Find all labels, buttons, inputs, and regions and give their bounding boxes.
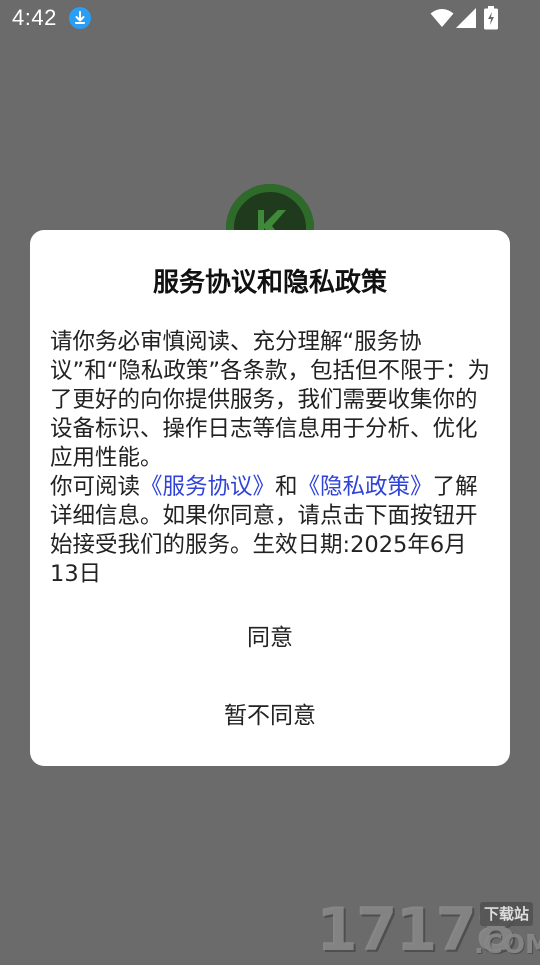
status-bar: 4:42 (0, 0, 540, 38)
dialog-paragraph-intro: 请你务必审慎阅读、充分理解“服务协议”和“隐私政策”各条款，包括但不限于：为了更… (50, 329, 490, 471)
signal-icon (456, 8, 476, 28)
service-agreement-link[interactable]: 《服务协议》 (140, 474, 275, 500)
privacy-dialog: 服务协议和隐私政策 请你务必审慎阅读、充分理解“服务协议”和“隐私政策”各条款，… (30, 230, 510, 766)
battery-icon (484, 6, 498, 30)
privacy-policy-link[interactable]: 《隐私政策》 (298, 474, 433, 500)
dialog-body: 请你务必审慎阅读、充分理解“服务协议”和“隐私政策”各条款，包括但不限于：为了更… (50, 328, 494, 589)
status-time: 4:42 (12, 5, 57, 30)
disagree-button[interactable]: 暂不同意 (30, 688, 510, 744)
download-icon (69, 7, 91, 29)
paragraph-and: 和 (275, 474, 298, 500)
agree-button[interactable]: 同意 (30, 610, 510, 666)
site-watermark: 17178 下载站 .COM (316, 900, 540, 960)
paragraph-prefix: 你可阅读 (50, 474, 141, 500)
watermark-tag: 下载站 (480, 902, 534, 926)
dialog-title: 服务协议和隐私政策 (152, 268, 387, 298)
wifi-icon (430, 9, 454, 27)
watermark-domain: .COM (474, 930, 540, 960)
dialog-paragraph-links: 你可阅读《服务协议》和《隐私政策》了解详细信息。如果你同意，请点击下面按钮开始接… (50, 473, 494, 589)
